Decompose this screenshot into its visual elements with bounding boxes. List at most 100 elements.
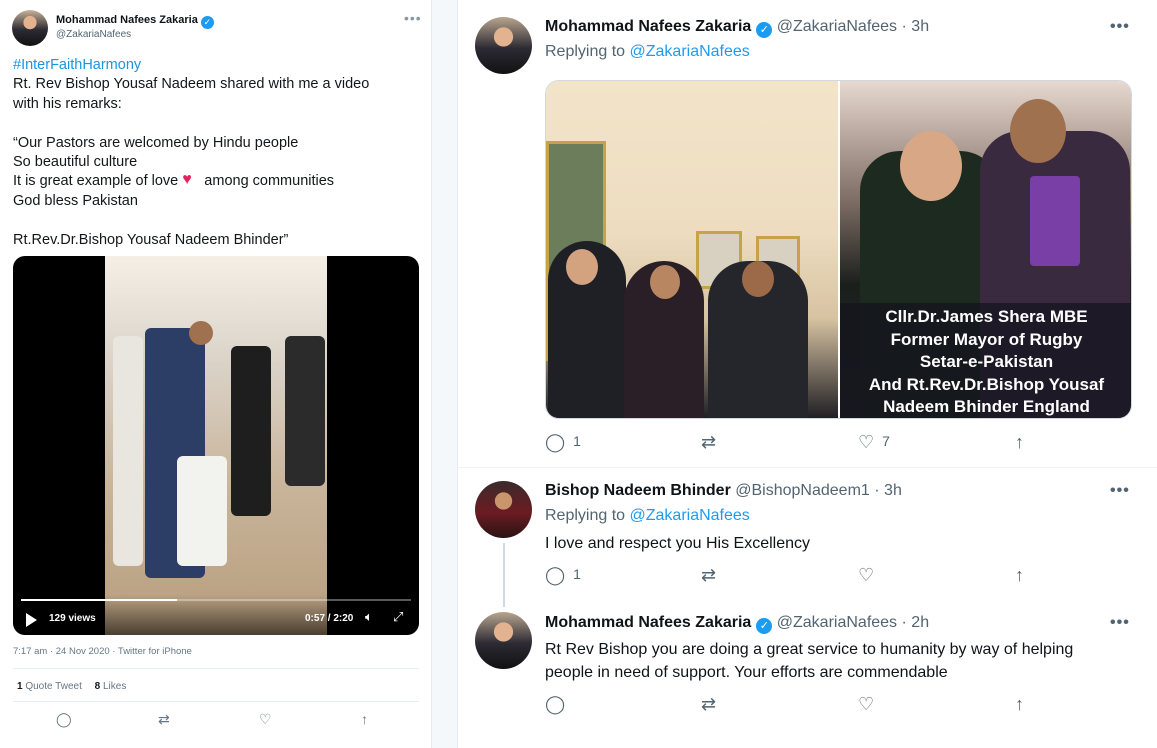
tweet-time[interactable]: · 2h <box>902 614 930 631</box>
photo-person <box>650 265 680 299</box>
video-progress-bar[interactable] <box>21 599 411 601</box>
photo-person <box>900 131 962 201</box>
tweet-text-line: God bless Pakistan <box>13 192 138 209</box>
photo-person <box>1030 176 1080 266</box>
thread-connector-line <box>503 543 505 607</box>
retweet-icon[interactable]: ⇄ <box>158 711 170 728</box>
photo-caption-line: Setar-e-Pakistan <box>919 352 1054 371</box>
verified-icon: ✓ <box>756 618 773 634</box>
author-name[interactable]: Mohammad Nafees Zakaria <box>545 614 751 631</box>
tweet-header: Bishop Nadeem Bhinder @BishopNadeem1 · 3… <box>545 482 902 500</box>
retweet-icon[interactable]: ⇄ <box>701 432 716 453</box>
author-avatar[interactable] <box>475 17 532 74</box>
tweet-text-line: with his remarks: <box>13 95 122 112</box>
panel-gap <box>432 0 457 748</box>
more-options-icon[interactable]: ••• <box>1110 482 1130 500</box>
share-icon[interactable]: ↑ <box>1015 432 1024 453</box>
tweet-text-line: Rt. Rev Bishop Yousaf Nadeem shared with… <box>13 76 370 93</box>
author-name[interactable]: Mohammad Nafees Zakaria ✓ <box>56 14 214 29</box>
reply-icon[interactable]: ◯ <box>56 711 72 728</box>
video-person <box>177 456 227 566</box>
more-options-icon[interactable]: ••• <box>404 10 422 26</box>
replying-to: Replying to @ZakariaNafees <box>545 507 750 525</box>
quote-count[interactable]: 1 <box>17 681 23 692</box>
photo-person <box>742 261 774 297</box>
likes-label[interactable]: Likes <box>103 681 126 692</box>
tweet-header: Mohammad Nafees Zakaria ✓ @ZakariaNafees … <box>545 614 929 634</box>
tweet-text: Rt Rev Bishop you are doing a great serv… <box>545 638 1135 684</box>
play-icon[interactable] <box>26 613 37 627</box>
video-progress-fill <box>21 599 177 601</box>
like-icon[interactable]: ♡ <box>858 565 874 586</box>
tweet-time[interactable]: · 3h <box>902 18 930 35</box>
more-options-icon[interactable]: ••• <box>1110 18 1130 36</box>
photo-left <box>546 81 838 418</box>
photo-caption-line: Cllr.Dr.James Shera MBE <box>885 307 1088 326</box>
video-person <box>189 321 213 345</box>
author-name-text[interactable]: Mohammad Nafees Zakaria <box>56 14 198 26</box>
video-time: 0:57 / 2:20 <box>305 613 354 624</box>
author-avatar[interactable] <box>475 481 532 538</box>
replying-to-label: Replying to <box>545 507 626 524</box>
tweet-text: I love and respect you His Excellency <box>545 535 811 552</box>
tweet-text-line: Rt.Rev.Dr.Bishop Yousaf Nadeem Bhinder” <box>13 231 289 248</box>
reply-button[interactable]: ◯ 1 <box>545 565 581 586</box>
video-person <box>231 346 271 516</box>
tweet-text-line: So beautiful culture <box>13 154 138 171</box>
reply-icon[interactable]: ◯ <box>545 694 565 715</box>
more-options-icon[interactable]: ••• <box>1110 614 1130 632</box>
fullscreen-icon[interactable]: ⤢ <box>393 609 403 625</box>
reply-icon[interactable]: ◯ <box>545 565 565 585</box>
reply-button[interactable]: ◯ 1 <box>545 432 581 453</box>
quote-label[interactable]: Quote Tweet <box>25 681 82 692</box>
replying-to-link[interactable]: @ZakariaNafees <box>630 507 750 524</box>
tweet-text-line: “Our Pastors are welcomed by Hindu peopl… <box>13 134 299 151</box>
share-icon[interactable]: ↑ <box>361 711 368 727</box>
share-icon[interactable]: ↑ <box>1015 565 1024 586</box>
video-person <box>113 336 143 566</box>
author-handle[interactable]: @ZakariaNafees <box>777 614 897 631</box>
photo-person <box>1010 99 1066 163</box>
author-handle[interactable]: @ZakariaNafees <box>56 29 131 40</box>
video-person <box>285 336 325 486</box>
video-views: 129 views <box>49 613 96 624</box>
author-name[interactable]: Mohammad Nafees Zakaria <box>545 18 751 35</box>
tweet-time[interactable]: · 3h <box>874 482 902 499</box>
tweet-text-line: It is great example of love among commun… <box>13 170 423 191</box>
tweet-timestamp[interactable]: 7:17 am · 24 Nov 2020 · Twitter for iPho… <box>13 646 192 657</box>
replying-to-link[interactable]: @ZakariaNafees <box>630 43 750 60</box>
author-handle[interactable]: @BishopNadeem1 <box>735 482 870 499</box>
retweet-icon[interactable]: ⇄ <box>701 694 716 715</box>
reply-icon[interactable]: ◯ <box>545 432 565 452</box>
share-icon[interactable]: ↑ <box>1015 694 1024 715</box>
photo-caption: Cllr.Dr.James Shera MBE Former Mayor of … <box>840 303 1131 418</box>
heart-emoji-icon <box>182 170 200 189</box>
tweet-stats: 1 Quote Tweet 8 Likes <box>17 681 126 692</box>
hashtag-link[interactable]: #InterFaithHarmony <box>13 57 141 73</box>
photo-caption-line: Former Mayor of Rugby <box>890 329 1083 349</box>
video-player[interactable]: 129 views 0:57 / 2:20 🔈︎ ⤢ <box>13 256 419 635</box>
like-icon[interactable]: ♡ <box>259 711 272 728</box>
likes-count[interactable]: 8 <box>95 681 101 692</box>
author-name[interactable]: Bishop Nadeem Bhinder <box>545 482 731 499</box>
author-avatar[interactable] <box>475 612 532 669</box>
verified-icon: ✓ <box>200 16 214 29</box>
tweet-header: Mohammad Nafees Zakaria ✓ @ZakariaNafees … <box>545 18 929 38</box>
tweet-text-fragment: It is great example of love <box>13 173 179 190</box>
like-button[interactable]: ♡ 7 <box>858 432 890 453</box>
author-avatar[interactable] <box>12 10 48 46</box>
divider <box>458 467 1157 468</box>
divider <box>13 701 419 702</box>
tweet-photo[interactable]: Cllr.Dr.James Shera MBE Former Mayor of … <box>545 80 1132 419</box>
volume-icon[interactable]: 🔈︎ <box>365 609 373 625</box>
author-handle[interactable]: @ZakariaNafees <box>777 18 897 35</box>
like-icon[interactable]: ♡ <box>858 432 874 452</box>
like-icon[interactable]: ♡ <box>858 694 874 715</box>
photo-caption-line: And Rt.Rev.Dr.Bishop Yousaf <box>868 374 1105 394</box>
like-count: 7 <box>882 433 890 449</box>
photo-person <box>566 249 598 285</box>
divider <box>13 668 419 669</box>
tweet-text-line: people in need of support. Your efforts … <box>545 664 948 681</box>
verified-icon: ✓ <box>756 22 773 38</box>
retweet-icon[interactable]: ⇄ <box>701 565 716 586</box>
